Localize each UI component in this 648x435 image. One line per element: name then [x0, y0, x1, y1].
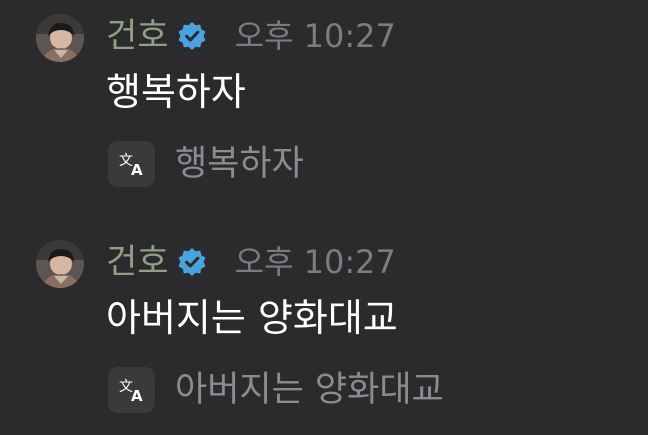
svg-text:A: A	[131, 387, 143, 405]
translation-row: 文 A 행복하자	[108, 141, 304, 187]
avatar-image	[36, 14, 84, 62]
svg-text:A: A	[131, 161, 143, 179]
translation-text: 아버지는 양화대교	[175, 370, 444, 410]
verified-badge-icon	[177, 247, 207, 277]
author-name[interactable]: 건호	[106, 10, 169, 62]
message-text: 행복하자	[106, 70, 246, 114]
message-item: 건호 오후 10:27 행복하자 文 A 행복하자	[0, 0, 648, 200]
message-item: 건호 오후 10:27 아버지는 양화대교 文 A 아버지는 양화대교	[0, 226, 648, 426]
translate-icon: 文 A	[119, 153, 143, 179]
translation-text: 행복하자	[175, 144, 304, 184]
timestamp: 오후 10:27	[234, 243, 396, 281]
translation-row: 文 A 아버지는 양화대교	[108, 367, 444, 413]
message-text: 아버지는 양화대교	[106, 296, 398, 340]
chat-thread: 건호 오후 10:27 행복하자 文 A 행복하자 건호 오후 10:27 아버…	[0, 0, 648, 435]
verified-badge-icon	[177, 21, 207, 51]
avatar-image	[36, 240, 84, 288]
translate-button[interactable]: 文 A	[108, 367, 155, 413]
author-name[interactable]: 건호	[106, 236, 169, 288]
timestamp: 오후 10:27	[234, 17, 396, 55]
message-header: 건호 오후 10:27	[106, 10, 396, 62]
translate-icon: 文 A	[119, 379, 143, 405]
avatar[interactable]	[36, 14, 84, 62]
avatar[interactable]	[36, 240, 84, 288]
message-header: 건호 오후 10:27	[106, 236, 396, 288]
translate-button[interactable]: 文 A	[108, 141, 155, 187]
